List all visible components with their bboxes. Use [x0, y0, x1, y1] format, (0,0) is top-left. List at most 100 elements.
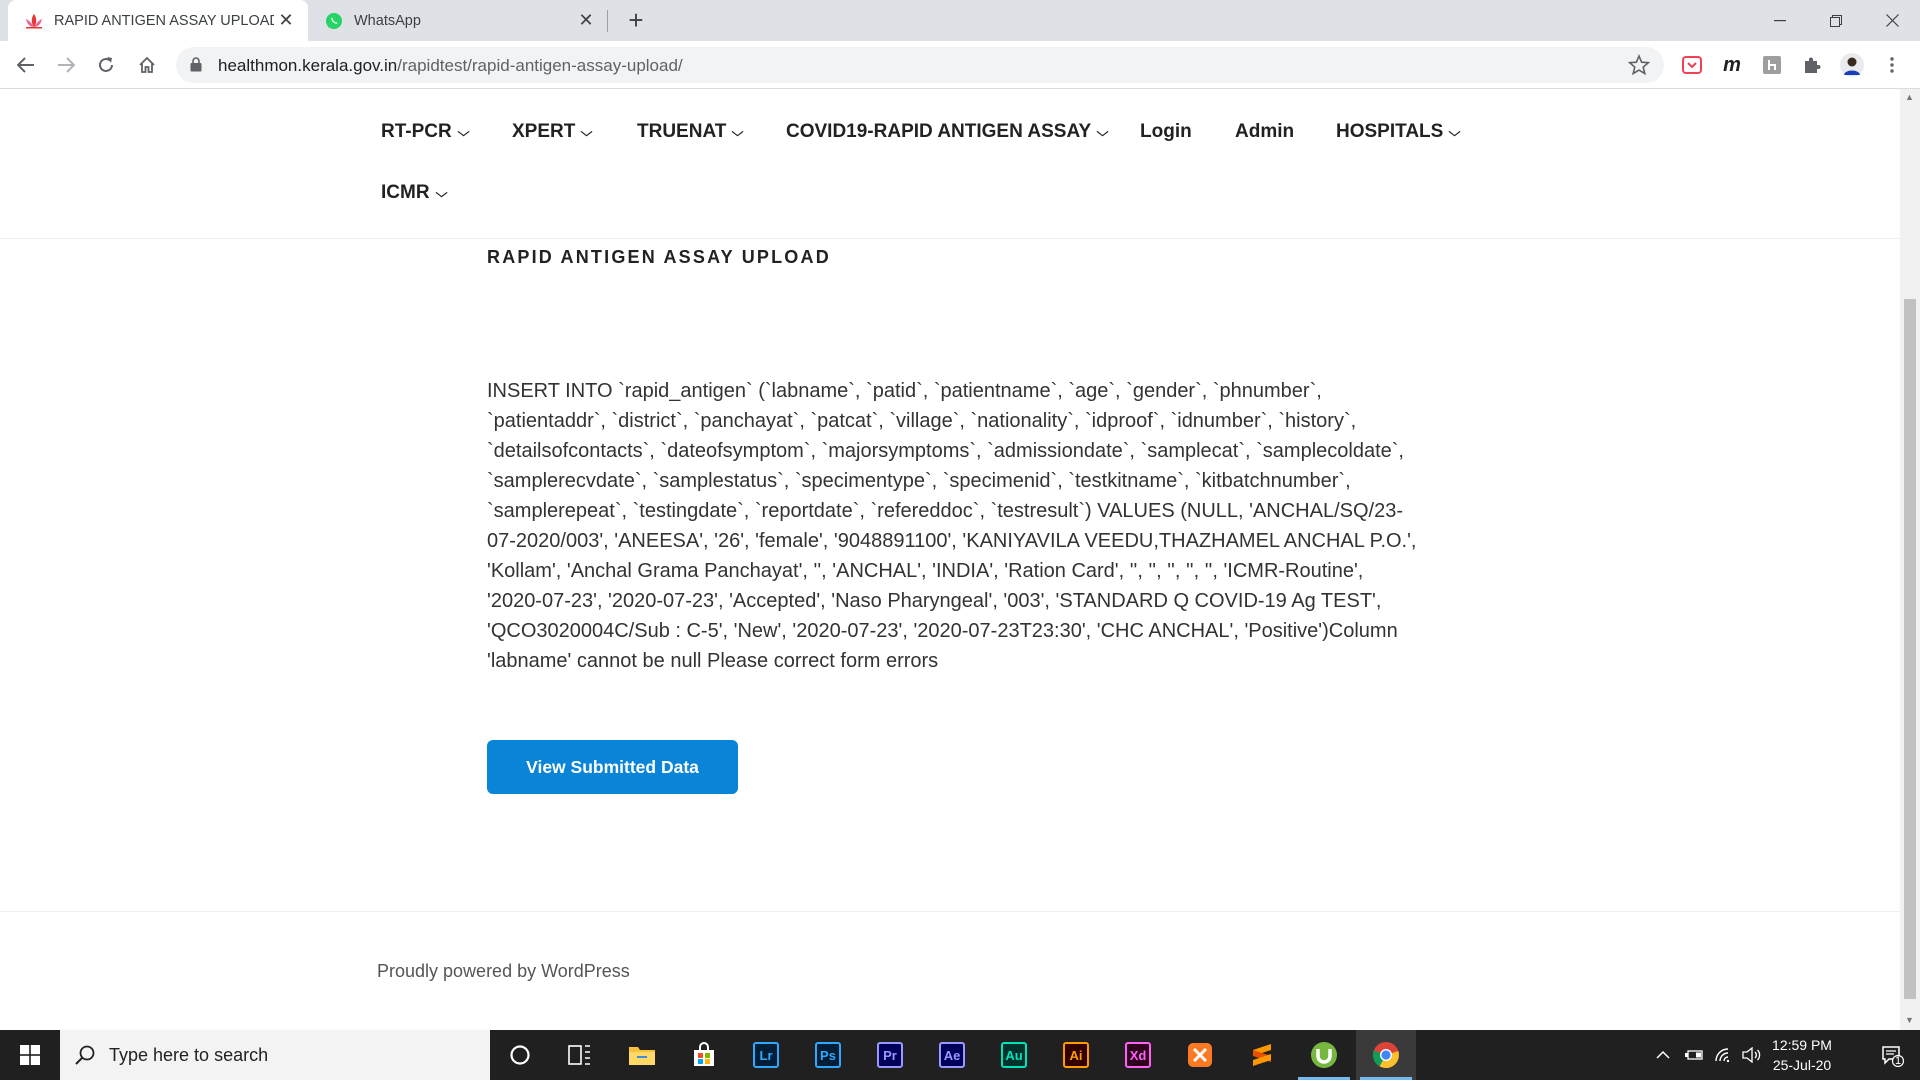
- chevron-down-icon: ⌵: [1448, 124, 1461, 139]
- file-explorer-button[interactable]: [612, 1030, 672, 1080]
- nav-item-admin[interactable]: Admin: [1235, 121, 1294, 143]
- footer-credit-link[interactable]: Proudly powered by WordPress: [377, 961, 630, 982]
- nav-label: Login: [1140, 121, 1192, 142]
- system-clock[interactable]: 12:59 PM 25-Jul-20: [1762, 1035, 1842, 1075]
- notification-count: 1: [1895, 1055, 1902, 1067]
- nav-label: TRUENAT: [637, 121, 727, 142]
- profile-avatar-icon[interactable]: [1840, 53, 1864, 77]
- restore-button[interactable]: [1808, 0, 1864, 41]
- new-tab-button[interactable]: +: [622, 5, 650, 35]
- close-tab-icon[interactable]: ✕: [274, 9, 298, 33]
- tab-title: WhatsApp: [354, 12, 421, 29]
- nav-item-covid19-rapid-antigen-assay[interactable]: COVID19-RAPID ANTIGEN ASSAY ⌵: [786, 121, 1109, 143]
- url-text: healthmon.kerala.gov.in/rapidtest/rapid-…: [218, 56, 683, 76]
- tab-rapid-antigen[interactable]: RAPID ANTIGEN ASSAY UPLOAD ✕: [8, 0, 308, 41]
- utorrent-icon: [1311, 1042, 1337, 1068]
- bookmark-star-icon[interactable]: [1627, 53, 1651, 81]
- nav-label: ICMR: [381, 182, 430, 203]
- scroll-down-arrow-icon[interactable]: ▼: [1905, 1015, 1914, 1025]
- url-host: healthmon.kerala.gov.in: [218, 56, 398, 75]
- close-window-button[interactable]: [1864, 0, 1920, 41]
- chevron-down-icon: ⌵: [731, 124, 744, 139]
- taskbar-app-sublime-text[interactable]: [1232, 1030, 1292, 1080]
- minimize-button[interactable]: [1752, 0, 1808, 41]
- premiere-icon: Pr: [877, 1042, 903, 1068]
- cortana-circle-icon: [510, 1045, 530, 1065]
- search-icon: [74, 1044, 96, 1071]
- action-center-button[interactable]: 1: [1864, 1030, 1920, 1080]
- store-button[interactable]: [674, 1030, 734, 1080]
- nav-item-hospitals[interactable]: HOSPITALS ⌵: [1336, 121, 1461, 143]
- folder-icon: [629, 1047, 655, 1065]
- nav-item-truenat[interactable]: TRUENAT ⌵: [637, 121, 744, 143]
- pocket-extension-icon[interactable]: [1680, 53, 1704, 77]
- nav-item-login[interactable]: Login: [1140, 121, 1192, 143]
- photoshop-icon: Ps: [815, 1042, 841, 1068]
- taskbar-app-chrome[interactable]: [1356, 1030, 1416, 1080]
- tab-whatsapp[interactable]: WhatsApp ✕: [308, 0, 608, 41]
- page-scrollbar[interactable]: ▲ ▼: [1900, 89, 1920, 1030]
- windows-taskbar: Type here to search Lr Ps Pr Ae Au Ai Xd: [0, 1030, 1920, 1080]
- sublime-text-icon: [1253, 1044, 1271, 1066]
- puzzle-extensions-icon[interactable]: [1800, 53, 1824, 77]
- store-bag-icon: [694, 1042, 714, 1066]
- header-divider: [0, 238, 1900, 239]
- tab-strip: RAPID ANTIGEN ASSAY UPLOAD ✕ WhatsApp ✕ …: [0, 0, 1920, 41]
- url-path: /rapidtest/rapid-antigen-assay-upload/: [397, 56, 683, 75]
- taskbar-app-photoshop[interactable]: Ps: [798, 1030, 858, 1080]
- error-message: INSERT INTO `rapid_antigen` (`labname`, …: [487, 380, 1417, 672]
- address-bar[interactable]: healthmon.kerala.gov.in/rapidtest/rapid-…: [176, 47, 1664, 83]
- taskbar-app-utorrent[interactable]: [1294, 1030, 1354, 1080]
- clock-date: 25-Jul-20: [1772, 1057, 1832, 1073]
- taskbar-search-box[interactable]: Type here to search: [60, 1030, 490, 1080]
- chrome-menu-icon[interactable]: [1880, 53, 1904, 77]
- taskbar-app-premiere[interactable]: Pr: [860, 1030, 920, 1080]
- taskbar-app-lightroom[interactable]: Lr: [736, 1030, 796, 1080]
- view-submitted-data-button[interactable]: View Submitted Data: [487, 740, 738, 794]
- page-content: RT-PCR ⌵ XPERT ⌵ TRUENAT ⌵ COVID19-RAPID AN…: [0, 89, 1900, 1030]
- task-view-button[interactable]: [550, 1030, 610, 1080]
- nav-item-xpert[interactable]: XPERT ⌵: [512, 121, 593, 143]
- page-title: RAPID ANTIGEN ASSAY UPLOAD: [487, 247, 831, 267]
- forward-button[interactable]: [50, 49, 82, 81]
- chevron-down-icon: ⌵: [1096, 124, 1109, 139]
- footer-divider: [0, 911, 1900, 912]
- home-button[interactable]: [131, 49, 163, 81]
- lightroom-icon: Lr: [753, 1042, 779, 1068]
- lock-icon[interactable]: [190, 57, 202, 77]
- nav-label: COVID19-RAPID ANTIGEN ASSAY: [786, 121, 1092, 142]
- nav-item-rt-pcr[interactable]: RT-PCR ⌵: [381, 121, 470, 143]
- chevron-down-icon: ⌵: [457, 124, 470, 139]
- chevron-down-icon: ⌵: [435, 185, 448, 200]
- taskbar-app-audition[interactable]: Au: [984, 1030, 1044, 1080]
- nav-label: HOSPITALS: [1336, 121, 1444, 142]
- start-button[interactable]: [0, 1030, 60, 1080]
- lotus-favicon-icon: [24, 11, 44, 31]
- task-view-icon: [568, 1045, 590, 1065]
- nav-label: Admin: [1235, 121, 1295, 142]
- scroll-up-arrow-icon[interactable]: ▲: [1905, 92, 1914, 102]
- cortana-button[interactable]: [490, 1030, 550, 1080]
- chrome-icon: [1372, 1042, 1399, 1069]
- taskbar-app-xd[interactable]: Xd: [1108, 1030, 1168, 1080]
- m-extension-icon[interactable]: m: [1720, 53, 1744, 77]
- audition-icon: Au: [1001, 1042, 1027, 1068]
- taskbar-app-xampp[interactable]: [1170, 1030, 1230, 1080]
- wifi-icon[interactable]: [1710, 1030, 1738, 1080]
- show-hidden-icons-button[interactable]: [1648, 1030, 1678, 1080]
- reload-button[interactable]: [90, 49, 122, 81]
- nav-item-icmr[interactable]: ICMR ⌵: [381, 182, 448, 204]
- whatsapp-icon: [324, 11, 344, 31]
- taskbar-app-after-effects[interactable]: Ae: [922, 1030, 982, 1080]
- nav-label: RT-PCR: [381, 121, 452, 142]
- back-button[interactable]: [10, 49, 42, 81]
- translate-extension-icon[interactable]: [1760, 53, 1784, 77]
- chevron-down-icon: ⌵: [580, 124, 593, 139]
- close-tab-icon[interactable]: ✕: [574, 9, 598, 33]
- illustrator-icon: Ai: [1063, 1042, 1089, 1068]
- clock-time: 12:59 PM: [1772, 1037, 1832, 1053]
- battery-icon[interactable]: [1680, 1030, 1708, 1080]
- chevron-up-icon: [1656, 1050, 1670, 1059]
- taskbar-app-illustrator[interactable]: Ai: [1046, 1030, 1106, 1080]
- scrollbar-thumb[interactable]: [1904, 299, 1916, 999]
